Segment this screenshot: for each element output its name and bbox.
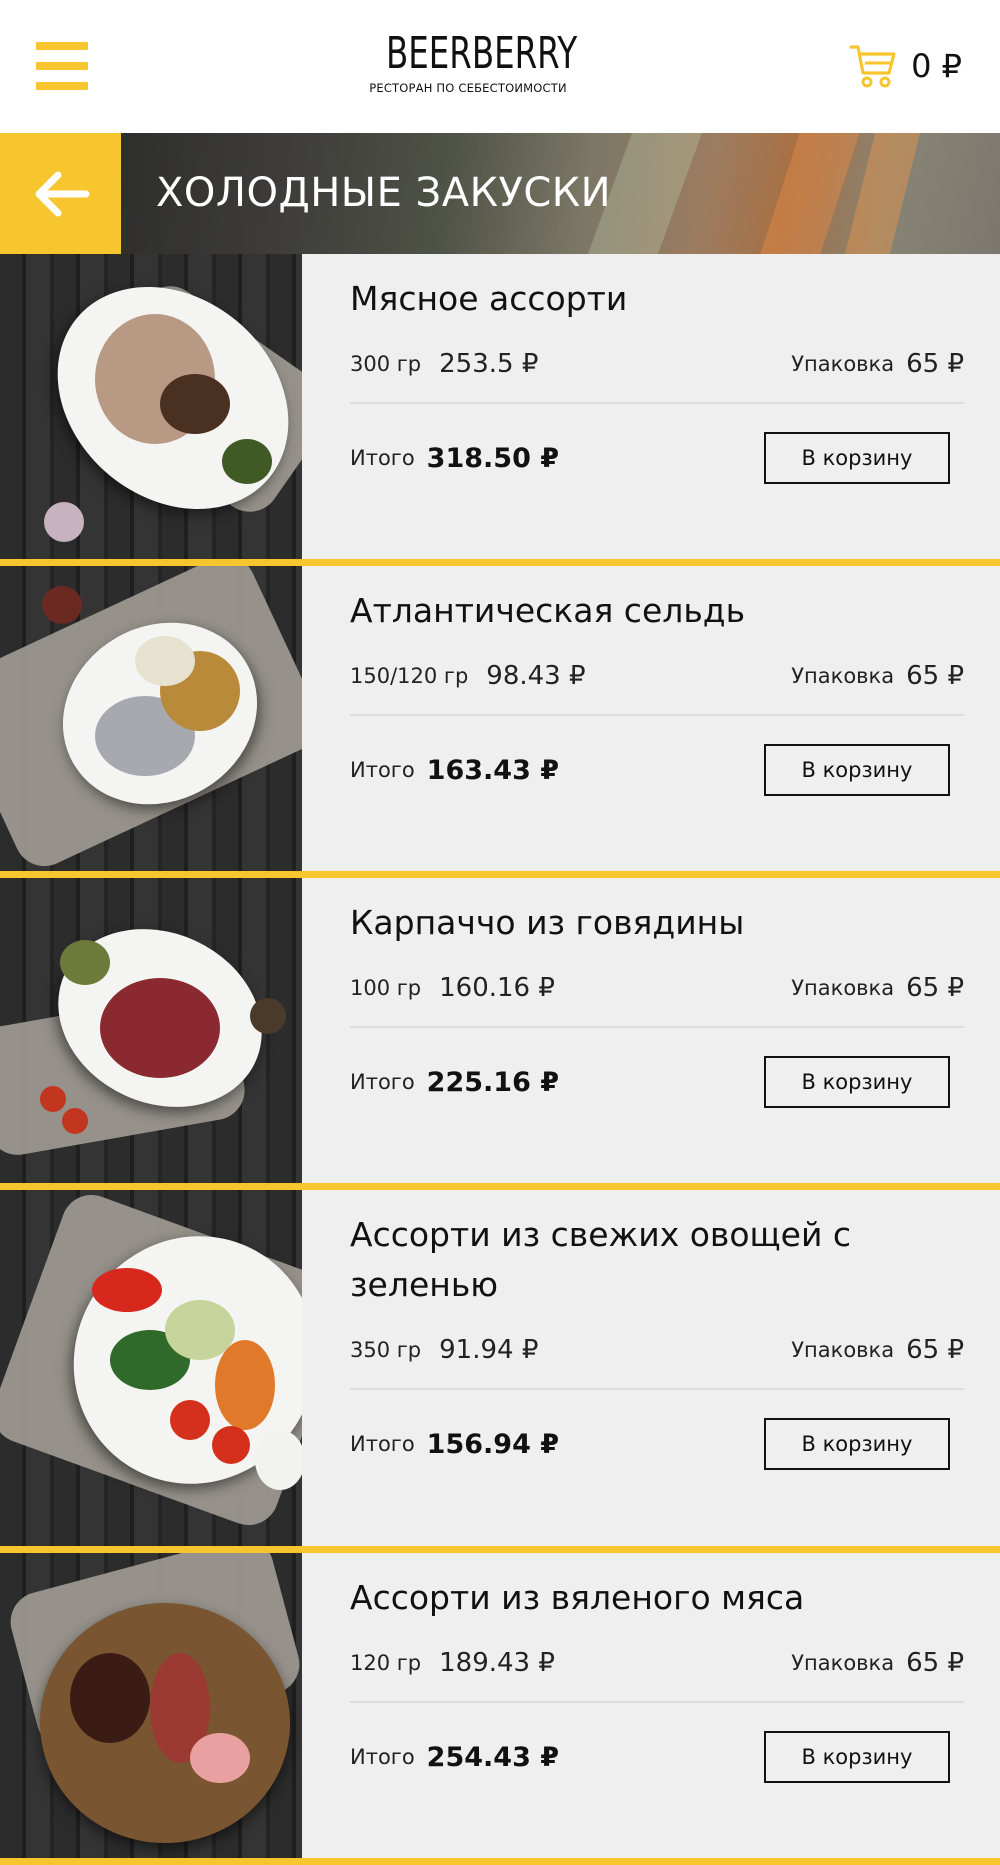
product-card: Ассорти из свежих овощей с зеленью 350 г… [0, 1190, 1000, 1553]
product-price: 160.16 ₽ [439, 973, 555, 1003]
packaging-price: 65 ₽ [906, 973, 964, 1003]
packaging-label: Упаковка [791, 1651, 895, 1675]
product-photo [0, 1553, 302, 1858]
product-weight: 100 гр [350, 976, 422, 1000]
packaging-label: Упаковка [791, 976, 895, 1000]
product-photo [0, 878, 302, 1183]
packaging-price: 65 ₽ [906, 1648, 964, 1678]
arrow-left-icon [35, 171, 89, 216]
product-weight: 150/120 гр [350, 664, 469, 688]
logo-text: BEERBERRY [386, 28, 578, 79]
product-title: Мясное ассорти [350, 279, 628, 318]
category-banner: ХОЛОДНЫЕ ЗАКУСКИ [0, 133, 1000, 254]
product-weight: 120 гр [350, 1651, 422, 1675]
packaging-label: Упаковка [791, 352, 895, 376]
total-label: Итого [350, 758, 415, 782]
total-label: Итого [350, 1070, 415, 1094]
product-card: Карпаччо из говядины 100 гр 160.16 ₽ Упа… [0, 878, 1000, 1190]
total-price: 254.43 ₽ [426, 1741, 560, 1773]
add-to-cart-button[interactable]: В корзину [764, 432, 950, 484]
packaging-label: Упаковка [791, 664, 895, 688]
product-price: 253.5 ₽ [439, 349, 539, 379]
product-title: Ассорти из свежих овощей с зеленью [350, 1215, 852, 1304]
packaging-price: 65 ₽ [906, 661, 964, 691]
total-price: 163.43 ₽ [426, 754, 560, 786]
product-photo [0, 1190, 302, 1546]
product-price: 189.43 ₽ [439, 1648, 555, 1678]
cart-button[interactable]: 0 ₽ [849, 40, 962, 92]
product-photo [0, 566, 302, 871]
add-to-cart-button[interactable]: В корзину [764, 744, 950, 796]
logo-tagline: РЕСТОРАН ПО СЕБЕСТОИМОСТИ [369, 81, 567, 95]
product-photo [0, 254, 302, 559]
back-button[interactable] [0, 133, 121, 254]
cart-total: 0 ₽ [911, 47, 962, 85]
logo[interactable]: BEERBERRY РЕСТОРАН ПО СЕБЕСТОИМОСТИ [368, 28, 578, 96]
hamburger-icon[interactable] [36, 42, 88, 90]
total-price: 156.94 ₽ [426, 1428, 560, 1460]
product-weight: 300 гр [350, 352, 422, 376]
product-title: Атлантическая сельдь [350, 591, 746, 630]
product-card: Ассорти из вяленого мяса 120 гр 189.43 ₽… [0, 1553, 1000, 1865]
total-price: 318.50 ₽ [426, 442, 560, 474]
product-weight: 350 гр [350, 1338, 422, 1362]
packaging-price: 65 ₽ [906, 1335, 964, 1365]
packaging-price: 65 ₽ [906, 349, 964, 379]
add-to-cart-button[interactable]: В корзину [764, 1731, 950, 1783]
product-card: Атлантическая сельдь 150/120 гр 98.43 ₽ … [0, 566, 1000, 878]
product-list: Мясное ассорти 300 гр 253.5 ₽ Упаковка 6… [0, 254, 1000, 1865]
top-header: BEERBERRY РЕСТОРАН ПО СЕБЕСТОИМОСТИ 0 ₽ [0, 0, 1000, 133]
total-label: Итого [350, 1745, 415, 1769]
add-to-cart-button[interactable]: В корзину [764, 1056, 950, 1108]
packaging-label: Упаковка [791, 1338, 895, 1362]
shopping-cart-icon [849, 45, 896, 88]
total-label: Итого [350, 1432, 415, 1456]
category-title: ХОЛОДНЫЕ ЗАКУСКИ [156, 170, 612, 216]
total-price: 225.16 ₽ [426, 1066, 560, 1098]
product-card: Мясное ассорти 300 гр 253.5 ₽ Упаковка 6… [0, 254, 1000, 566]
product-title: Карпаччо из говядины [350, 903, 745, 942]
product-price: 91.94 ₽ [439, 1335, 539, 1365]
total-label: Итого [350, 446, 415, 470]
add-to-cart-button[interactable]: В корзину [764, 1418, 950, 1470]
product-price: 98.43 ₽ [486, 661, 586, 691]
product-title: Ассорти из вяленого мяса [350, 1578, 805, 1617]
